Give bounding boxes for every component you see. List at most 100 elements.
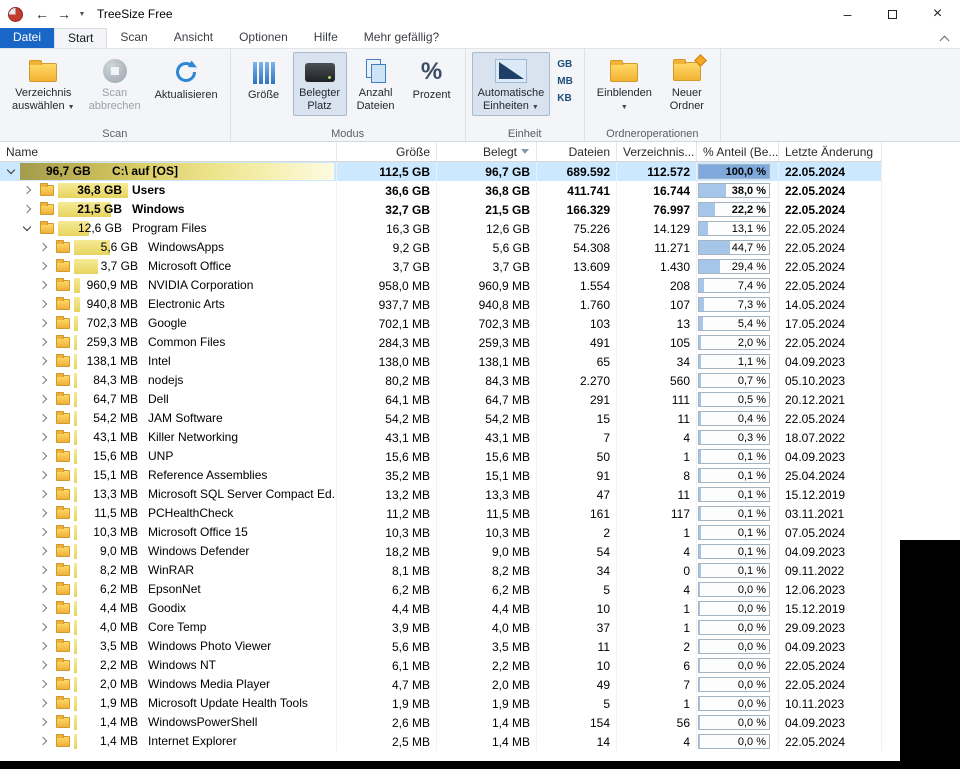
expand-chevron-icon[interactable] (38, 679, 48, 689)
table-row[interactable]: 2,0 MB Windows Media Player 4,7 MB 2,0 MB 49… (0, 675, 882, 694)
unit-mb-button[interactable]: MB (553, 73, 577, 90)
table-row[interactable]: 10,3 MB Microsoft Office 15 10,3 MB 10,3 MB… (0, 523, 882, 542)
column-header-letzte-aenderung[interactable]: Letzte Änderung (779, 142, 882, 161)
table-row[interactable]: 4,4 MB Goodix 4,4 MB 4,4 MB 10 1 0,0 % 15.12.20… (0, 599, 882, 618)
new-folder-button[interactable]: Neuer Ordner (660, 52, 714, 116)
expand-chevron-icon[interactable] (38, 717, 48, 727)
table-row[interactable]: 3,5 MB Windows Photo Viewer 5,6 MB 3,5 MB 11… (0, 637, 882, 656)
table-row[interactable]: 5,6 GB WindowsApps 9,2 GB 5,6 GB 54.308 11.27… (0, 238, 882, 257)
table-row[interactable]: 84,3 MB nodejs 80,2 MB 84,3 MB 2.270 560 0,7 %… (0, 371, 882, 390)
expand-chevron-icon[interactable] (38, 413, 48, 423)
column-header-groesse[interactable]: Größe (337, 142, 437, 161)
table-row[interactable]: 64,7 MB Dell 64,1 MB 64,7 MB 291 111 0,5 % 20.1… (0, 390, 882, 409)
auto-units-button[interactable]: Automatische Einheiten ▼ (471, 52, 551, 116)
back-button[interactable]: ← (31, 6, 53, 22)
table-row[interactable]: 3,7 GB Microsoft Office 3,7 GB 3,7 GB 13.609… (0, 257, 882, 276)
expand-chevron-icon[interactable] (38, 280, 48, 290)
expand-chevron-icon[interactable] (38, 489, 48, 499)
table-row[interactable]: 1,9 MB Microsoft Update Health Tools 1,9 M… (0, 694, 882, 713)
table-row[interactable]: 940,8 MB Electronic Arts 937,7 MB 940,8 MB 1… (0, 295, 882, 314)
table-row[interactable]: 138,1 MB Intel 138,0 MB 138,1 MB 65 34 1,1 % 04… (0, 352, 882, 371)
expand-chevron-icon[interactable] (38, 641, 48, 651)
table-row[interactable]: 9,0 MB Windows Defender 18,2 MB 9,0 MB 54 4 0,… (0, 542, 882, 561)
table-row[interactable]: 13,3 MB Microsoft SQL Server Compact Ed..… (0, 485, 882, 504)
table-row[interactable]: 2,2 MB Windows NT 6,1 MB 2,2 MB 10 6 0,0 % 22.0… (0, 656, 882, 675)
expand-chevron-icon[interactable] (38, 565, 48, 575)
date-cell: 22.05.2024 (779, 200, 882, 219)
table-row[interactable]: 15,6 MB UNP 15,6 MB 15,6 MB 50 1 0,1 % 04.09.20… (0, 447, 882, 466)
expand-chevron-icon[interactable] (38, 356, 48, 366)
expand-chevron-icon[interactable] (38, 242, 48, 252)
column-header-belegt[interactable]: Belegt (437, 142, 537, 161)
expand-chevron-icon[interactable] (38, 508, 48, 518)
history-dropdown-button[interactable]: ▼ (75, 11, 89, 18)
tab-datei[interactable]: Datei (0, 28, 55, 48)
expand-chevron-icon[interactable] (38, 527, 48, 537)
table-row[interactable]: 96,7 GB C:\ auf [OS] 112,5 GB 96,7 GB 689.59… (0, 162, 882, 181)
table-row[interactable]: 6,2 MB EpsonNet 6,2 MB 6,2 MB 5 4 0,0 % 12.06.2… (0, 580, 882, 599)
expand-chevron-icon[interactable] (38, 698, 48, 708)
expand-chevron-icon[interactable] (38, 470, 48, 480)
expand-chevron-icon[interactable] (38, 375, 48, 385)
tab-optionen[interactable]: Optionen (226, 28, 301, 48)
unit-gb-button[interactable]: GB (553, 56, 577, 73)
column-header-name[interactable]: Name (0, 142, 337, 161)
mode-percent-button[interactable]: % Prozent (405, 52, 459, 116)
tab-hilfe[interactable]: Hilfe (301, 28, 351, 48)
unit-kb-button[interactable]: KB (553, 90, 577, 107)
table-row[interactable]: 960,9 MB NVIDIA Corporation 958,0 MB 960,9 … (0, 276, 882, 295)
column-header-anteil[interactable]: % Anteil (Be... (697, 142, 779, 161)
table-row[interactable]: 21,5 GB Windows 32,7 GB 21,5 GB 166.329 76.99… (0, 200, 882, 219)
table-row[interactable]: 1,4 MB Internet Explorer 2,5 MB 1,4 MB 14 4 0,… (0, 732, 882, 751)
mode-allocated-button[interactable]: Belegter Platz (292, 52, 347, 116)
expand-chevron-icon[interactable] (38, 394, 48, 404)
collapse-ribbon-button[interactable] (940, 35, 950, 43)
expand-chevron-icon[interactable] (38, 432, 48, 442)
table-row[interactable]: 259,3 MB Common Files 284,3 MB 259,3 MB 491 1… (0, 333, 882, 352)
maximize-button[interactable] (870, 0, 915, 28)
tab-scan[interactable]: Scan (107, 28, 160, 48)
table-row[interactable]: 36,8 GB Users 36,6 GB 36,8 GB 411.741 16.744 3… (0, 181, 882, 200)
show-folder-button[interactable]: Einblenden ▼ (591, 52, 658, 116)
expand-chevron-icon[interactable] (38, 622, 48, 632)
expand-chevron-icon[interactable] (38, 337, 48, 347)
expand-chevron-icon[interactable] (38, 736, 48, 746)
expand-chevron-icon[interactable] (22, 185, 32, 195)
tab-mehr[interactable]: Mehr gefällig? (351, 28, 452, 48)
tab-ansicht[interactable]: Ansicht (161, 28, 226, 48)
table-row[interactable]: 54,2 MB JAM Software 54,2 MB 54,2 MB 15 11 0,4… (0, 409, 882, 428)
expand-chevron-icon[interactable] (38, 546, 48, 556)
table-row[interactable]: 12,6 GB Program Files 16,3 GB 12,6 GB 75.226… (0, 219, 882, 238)
mode-size-button[interactable]: Größe (237, 52, 291, 116)
tab-start[interactable]: Start (54, 28, 108, 48)
collapse-chevron-icon[interactable] (22, 222, 32, 232)
expand-chevron-icon[interactable] (38, 318, 48, 328)
row-size-label: 3,7 GB (100, 259, 138, 273)
table-row[interactable]: 15,1 MB Reference Assemblies 35,2 MB 15,1 M… (0, 466, 882, 485)
cancel-scan-button[interactable]: Scan abbrechen (83, 52, 147, 116)
minimize-button[interactable]: – (825, 0, 870, 28)
mode-filecount-button[interactable]: Anzahl Dateien (349, 52, 403, 116)
column-header-dateien[interactable]: Dateien (537, 142, 617, 161)
close-button[interactable]: × (915, 0, 960, 28)
expand-chevron-icon[interactable] (38, 299, 48, 309)
dateien-cell: 161 (537, 504, 617, 523)
expand-chevron-icon[interactable] (38, 261, 48, 271)
forward-button[interactable]: → (53, 6, 75, 22)
expand-chevron-icon[interactable] (38, 660, 48, 670)
collapse-chevron-icon[interactable] (6, 165, 16, 175)
table-row[interactable]: 702,3 MB Google 702,1 MB 702,3 MB 103 13 5,4 %… (0, 314, 882, 333)
table-row[interactable]: 11,5 MB PCHealthCheck 11,2 MB 11,5 MB 161 117… (0, 504, 882, 523)
select-directory-button[interactable]: Verzeichnis auswählen ▼ (6, 52, 81, 116)
size-bar-track: 3,5 MB (74, 637, 144, 656)
table-row[interactable]: 8,2 MB WinRAR 8,1 MB 8,2 MB 34 0 0,1 % 09.11.20… (0, 561, 882, 580)
refresh-button[interactable]: Aktualisieren (149, 52, 224, 116)
expand-chevron-icon[interactable] (38, 451, 48, 461)
expand-chevron-icon[interactable] (22, 204, 32, 214)
table-row[interactable]: 1,4 MB WindowsPowerShell 2,6 MB 1,4 MB 154 56… (0, 713, 882, 732)
table-row[interactable]: 4,0 MB Core Temp 3,9 MB 4,0 MB 37 1 0,0 % 29.09… (0, 618, 882, 637)
table-row[interactable]: 43,1 MB Killer Networking 43,1 MB 43,1 MB 7 4… (0, 428, 882, 447)
column-header-verzeichnisse[interactable]: Verzeichnis... (617, 142, 697, 161)
expand-chevron-icon[interactable] (38, 603, 48, 613)
expand-chevron-icon[interactable] (38, 584, 48, 594)
